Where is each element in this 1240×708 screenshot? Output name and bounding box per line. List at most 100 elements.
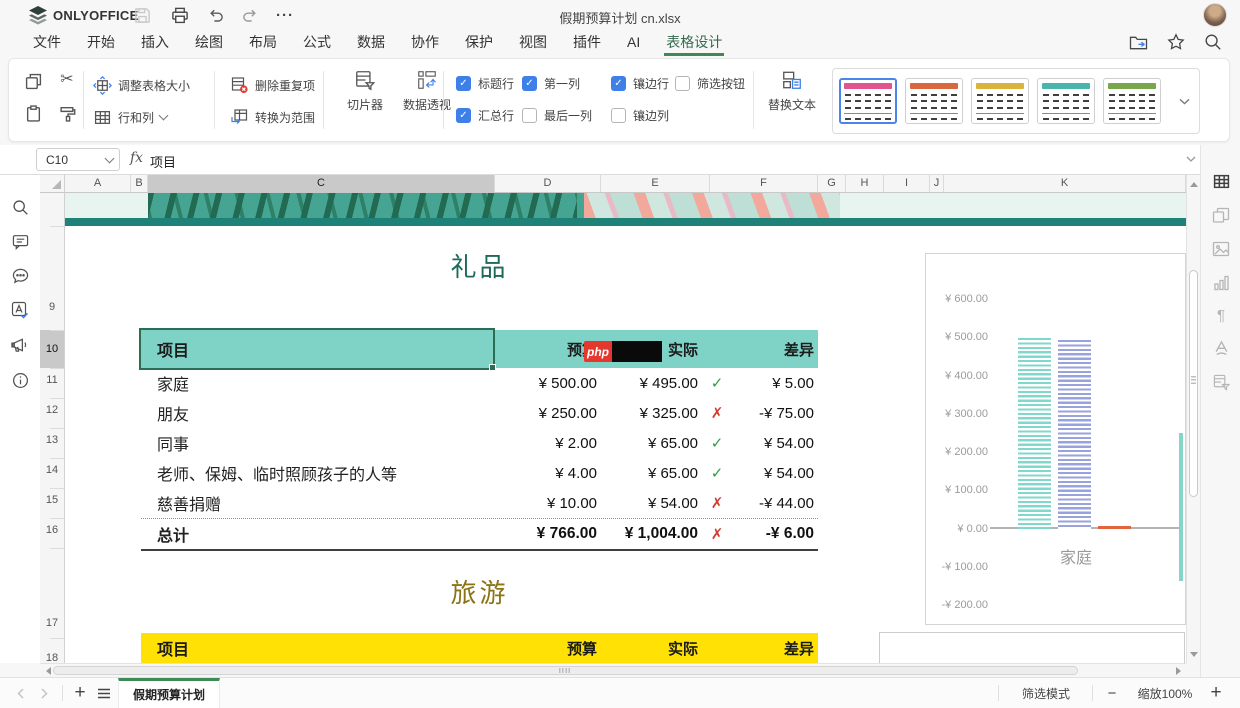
checkbox-icon[interactable]: ✓	[522, 76, 537, 91]
menu-tab-表格设计[interactable]: 表格设计	[664, 31, 724, 56]
horizontal-scrollbar[interactable]	[40, 663, 1186, 677]
scroll-down-icon[interactable]	[1187, 647, 1200, 661]
table-style-option-5[interactable]	[1103, 78, 1161, 124]
menu-tab-绘图[interactable]: 绘图	[193, 31, 225, 56]
text-art-settings-icon[interactable]	[1211, 338, 1231, 358]
option-标题行[interactable]: ✓标题行	[456, 75, 514, 92]
row-header-16[interactable]: 16	[40, 524, 64, 536]
redo-icon[interactable]	[239, 6, 261, 24]
menu-tab-视图[interactable]: 视图	[517, 31, 549, 56]
search-icon[interactable]	[11, 198, 29, 216]
budget-chart[interactable]: 家庭 ¥ 600.00¥ 500.00¥ 400.00¥ 300.00¥ 200…	[925, 253, 1186, 625]
checkbox-icon[interactable]	[611, 108, 626, 123]
option-最后一列[interactable]: 最后一列	[522, 107, 592, 124]
menu-tab-插件[interactable]: 插件	[571, 31, 603, 56]
row-header-12[interactable]: 12	[40, 404, 64, 416]
add-sheet-icon[interactable]: +	[68, 678, 92, 708]
replace-text-button[interactable]: 替换文本	[761, 69, 823, 113]
column-header-K[interactable]: K	[944, 175, 1186, 193]
checkbox-icon[interactable]: ✓	[456, 108, 471, 123]
namebox-dropdown-icon[interactable]	[105, 154, 115, 164]
actual-cell[interactable]: ¥ 65.00	[601, 465, 702, 482]
column-header-B[interactable]: B	[131, 175, 148, 193]
print-icon[interactable]	[169, 6, 191, 24]
option-筛选按钮[interactable]: 筛选按钮	[675, 75, 745, 92]
column-header-C[interactable]: C	[148, 175, 495, 193]
checkbox-icon[interactable]: ✓	[611, 76, 626, 91]
row-header-9[interactable]: 9	[40, 301, 64, 313]
favorite-star-icon[interactable]	[1167, 33, 1185, 51]
user-avatar[interactable]	[1203, 3, 1227, 27]
paragraph-settings-icon[interactable]: ¶	[1211, 305, 1231, 325]
menu-tab-插入[interactable]: 插入	[139, 31, 171, 56]
table-style-option-2[interactable]	[905, 78, 963, 124]
sheet-nav-prev-icon[interactable]	[10, 678, 30, 708]
difference-cell[interactable]: ¥ 54.00	[732, 465, 818, 482]
sheet-list-icon[interactable]	[92, 678, 116, 708]
filter-mode-button[interactable]: 筛选模式	[1008, 678, 1084, 708]
checkbox-icon[interactable]	[522, 108, 537, 123]
row-header-10[interactable]: 10	[40, 330, 65, 368]
menu-tab-开始[interactable]: 开始	[85, 31, 117, 56]
shape-settings-icon[interactable]	[1211, 205, 1231, 225]
gallery-dropdown-icon[interactable]	[1175, 98, 1193, 105]
fx-icon[interactable]: fx	[130, 150, 143, 166]
option-镶边列[interactable]: 镶边列	[611, 107, 669, 124]
formula-input[interactable]: 项目	[150, 152, 176, 171]
column-header-J[interactable]: J	[930, 175, 944, 193]
spellcheck-icon[interactable]	[11, 301, 29, 319]
actual-cell[interactable]: ¥ 495.00	[601, 375, 702, 392]
chart-settings-icon[interactable]	[1211, 273, 1231, 293]
column-header-G[interactable]: G	[818, 175, 846, 193]
budget-cell[interactable]: ¥ 500.00	[497, 375, 601, 392]
option-第一列[interactable]: ✓第一列	[522, 75, 580, 92]
row-header-13[interactable]: 13	[40, 434, 64, 446]
table-style-option-4[interactable]	[1037, 78, 1095, 124]
column-header-H[interactable]: H	[846, 175, 884, 193]
column-header-A[interactable]: A	[65, 175, 131, 193]
menu-tab-协作[interactable]: 协作	[409, 31, 441, 56]
option-镶边行[interactable]: ✓镶边行	[611, 75, 669, 92]
chart-bar-预算[interactable]	[1018, 338, 1051, 529]
menu-tab-文件[interactable]: 文件	[31, 31, 63, 56]
menu-tab-公式[interactable]: 公式	[301, 31, 333, 56]
column-header-I[interactable]: I	[884, 175, 930, 193]
horizontal-scroll-thumb[interactable]	[53, 666, 1078, 675]
save-icon[interactable]	[131, 6, 153, 24]
row-header-11[interactable]: 11	[40, 374, 64, 386]
difference-cell[interactable]: ¥ 54.00	[732, 435, 818, 452]
slicer-settings-icon[interactable]	[1211, 372, 1231, 392]
feedback-icon[interactable]	[11, 336, 29, 354]
formula-bar-collapse-icon[interactable]	[1186, 156, 1196, 162]
difference-cell[interactable]: 差异	[732, 339, 818, 360]
item-header[interactable]: 项目	[141, 636, 497, 660]
item-cell[interactable]: 家庭	[141, 371, 497, 395]
table-settings-icon[interactable]	[1211, 171, 1231, 191]
vertical-scroll-thumb[interactable]	[1189, 270, 1198, 497]
actual-cell[interactable]: ¥ 65.00	[601, 435, 702, 452]
zoom-in-icon[interactable]: +	[1204, 678, 1228, 708]
row-header-17[interactable]: 17	[40, 617, 64, 629]
difference-header[interactable]: 差异	[732, 638, 818, 659]
item-cell[interactable]: 朋友	[141, 401, 497, 425]
sheet-tab-active[interactable]: 假期预算计划	[118, 678, 220, 708]
fill-handle[interactable]	[489, 364, 496, 371]
item-cell[interactable]: 老师、保姆、临时照顾孩子的人等	[141, 461, 497, 485]
cell-name-box[interactable]: C10	[36, 148, 120, 171]
budget-header[interactable]: 预算	[497, 638, 601, 659]
info-icon[interactable]	[11, 371, 29, 389]
row-header-14[interactable]: 14	[40, 464, 64, 476]
checkbox-icon[interactable]: ✓	[456, 76, 471, 91]
budget-cell[interactable]: ¥ 2.00	[497, 435, 601, 452]
chat-icon[interactable]	[11, 267, 29, 285]
actual-cell[interactable]: ¥ 54.00	[601, 495, 702, 512]
budget-cell[interactable]: ¥ 4.00	[497, 465, 601, 482]
menu-tab-布局[interactable]: 布局	[247, 31, 279, 56]
menu-tab-数据[interactable]: 数据	[355, 31, 387, 56]
sheet-nav-next-icon[interactable]	[34, 678, 54, 708]
row-header-15[interactable]: 15	[40, 494, 64, 506]
actual-cell[interactable]: ¥ 1,004.00	[601, 525, 702, 543]
zoom-out-icon[interactable]: −	[1100, 678, 1124, 708]
actual-cell[interactable]: ¥ 325.00	[601, 405, 702, 422]
menu-tab-保护[interactable]: 保护	[463, 31, 495, 56]
